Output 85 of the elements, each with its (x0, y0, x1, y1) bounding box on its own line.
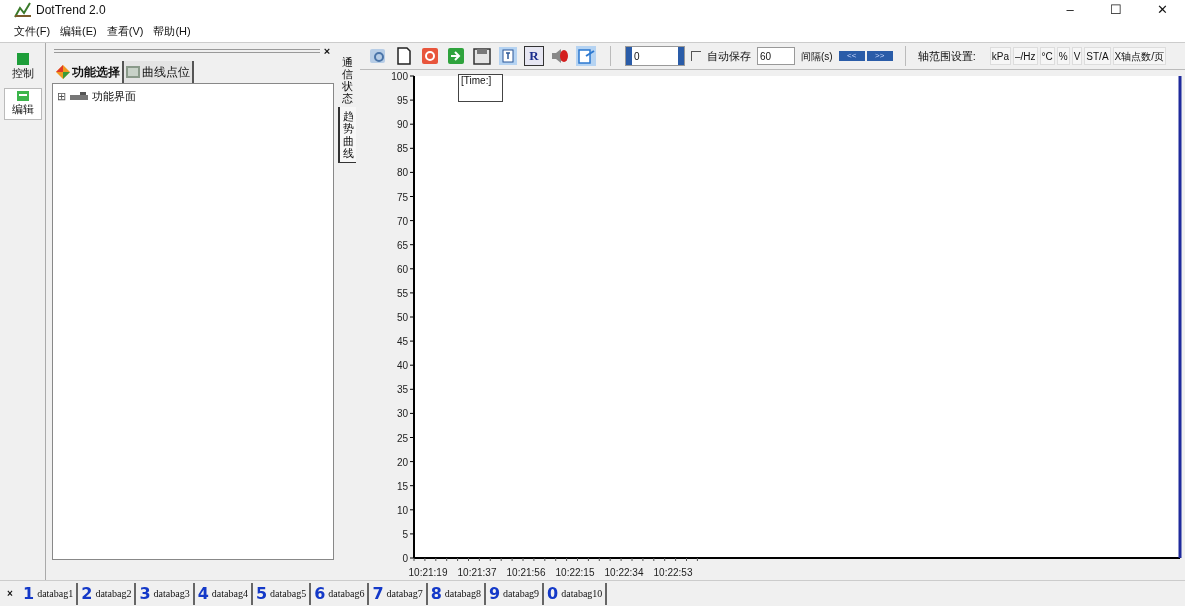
unit-button[interactable]: °C (1039, 47, 1055, 65)
y-tick-label: 15 (396, 480, 408, 492)
menu-item[interactable]: 帮助(H) (153, 22, 191, 40)
y-tick-label: 85 (396, 143, 408, 155)
autosave-checkbox[interactable] (691, 51, 701, 61)
minimize-button[interactable]: – (1047, 0, 1093, 20)
close-button[interactable]: ✕ (1139, 0, 1185, 20)
y-tick-label: 95 (396, 95, 408, 107)
databag-tab[interactable]: 0 databag10 (544, 582, 608, 605)
keyboard-icon (16, 90, 29, 101)
speaker-icon[interactable] (550, 46, 570, 66)
databag-tab[interactable]: 7 databag7 (369, 582, 428, 605)
document-icon[interactable] (394, 46, 414, 66)
y-tick-label: 70 (396, 215, 408, 227)
databag-tab[interactable]: 8 databag8 (427, 582, 486, 605)
y-tick-label: 90 (396, 119, 408, 131)
menu-item[interactable]: 编辑(E) (60, 22, 97, 40)
close-button[interactable]: × (320, 45, 334, 57)
previous-button[interactable]: << (838, 51, 865, 61)
y-tick-label: 10 (396, 504, 408, 516)
x-tick-label: 10:22:15 (555, 567, 595, 578)
diamond-icon (56, 65, 70, 79)
databag-tab[interactable]: 4 databag4 (194, 582, 253, 605)
panel-tab[interactable]: 功能选择 (54, 61, 124, 83)
next-button[interactable]: >> (866, 51, 893, 61)
unit-button[interactable]: % (1056, 47, 1070, 65)
interval-label: 间隔(s) (801, 49, 833, 64)
x-tick-label: 10:21:37 (457, 567, 497, 578)
y-tick-label: 20 (396, 456, 408, 468)
y-tick-label: 45 (396, 336, 408, 348)
databag-tab[interactable]: 3 databag3 (136, 582, 195, 605)
y-tick-label: 30 (396, 408, 408, 420)
close-button[interactable]: × (0, 586, 20, 601)
y-tick-label: 80 (396, 167, 408, 179)
tooltip: [Time:] (458, 74, 503, 102)
y-tick-label: 55 (396, 287, 408, 299)
databag-tab[interactable]: 2 databag2 (78, 582, 137, 605)
autosave-label: 自动保存 (707, 48, 751, 64)
databag-tab[interactable]: 1 databag1 (20, 582, 79, 605)
y-tick-label: 5 (402, 528, 408, 540)
unit-button[interactable]: V (1071, 47, 1083, 65)
export-icon[interactable] (576, 46, 596, 66)
device-icon (70, 91, 88, 102)
panel-tab[interactable]: 曲线点位 (124, 61, 194, 83)
unit-button[interactable]: ST/A (1084, 47, 1111, 65)
spinner-field[interactable]: 0 (625, 46, 685, 66)
unit-button[interactable]: X轴点数/页 (1112, 47, 1167, 65)
x-tick-label: 10:22:53 (653, 567, 693, 578)
y-tick-label: 40 (396, 360, 408, 372)
side-button[interactable]: 编辑 (3, 87, 42, 120)
menu-item[interactable]: 文件(F) (14, 22, 51, 40)
maximize-button[interactable]: ☐ (1093, 0, 1139, 20)
refresh-icon[interactable] (368, 46, 388, 66)
power-icon[interactable] (420, 46, 440, 66)
vertical-tab[interactable]: 趋势曲线 (338, 107, 356, 163)
x-tick-label: 10:22:34 (604, 567, 644, 578)
unit-button[interactable]: –/Hz (1012, 47, 1038, 65)
y-tick-label: 75 (396, 191, 408, 203)
save-icon[interactable] (472, 46, 492, 66)
chart-logo-icon (14, 2, 32, 18)
text-icon[interactable] (498, 46, 518, 66)
interval-field[interactable]: 60 (757, 47, 795, 65)
y-tick-label: 65 (396, 239, 408, 251)
tree-item[interactable]: 功能界面 (92, 88, 136, 105)
axis-range-label: 轴范围设置: (917, 48, 976, 64)
vertical-tab[interactable]: 通信状态 (338, 53, 356, 108)
x-tick-label: 10:21:56 (506, 567, 546, 578)
side-button[interactable]: 控制 (3, 51, 42, 84)
window-title: DotTrend 2.0 (36, 2, 106, 19)
unit-button[interactable]: kPa (989, 47, 1011, 65)
picture-frame-icon (126, 66, 140, 78)
expand-toggle[interactable]: ⊞ (57, 90, 66, 102)
y-tick-label: 60 (396, 263, 408, 275)
databag-tab[interactable]: 9 databag9 (485, 582, 545, 605)
r-button[interactable]: R (524, 46, 544, 66)
arrow-right-icon[interactable] (446, 46, 466, 66)
y-tick-label: 0 (402, 553, 408, 564)
y-tick-label: 35 (396, 384, 408, 396)
y-tick-label: 100 (391, 71, 408, 82)
y-tick-label: 50 (396, 312, 408, 323)
menu-item[interactable]: 查看(V) (106, 22, 144, 40)
x-tick-label: 10:21:19 (408, 567, 448, 578)
databag-tab[interactable]: 5 databag5 (252, 582, 312, 605)
y-tick-label: 25 (396, 432, 408, 444)
databag-tab[interactable]: 6 databag6 (311, 582, 370, 605)
